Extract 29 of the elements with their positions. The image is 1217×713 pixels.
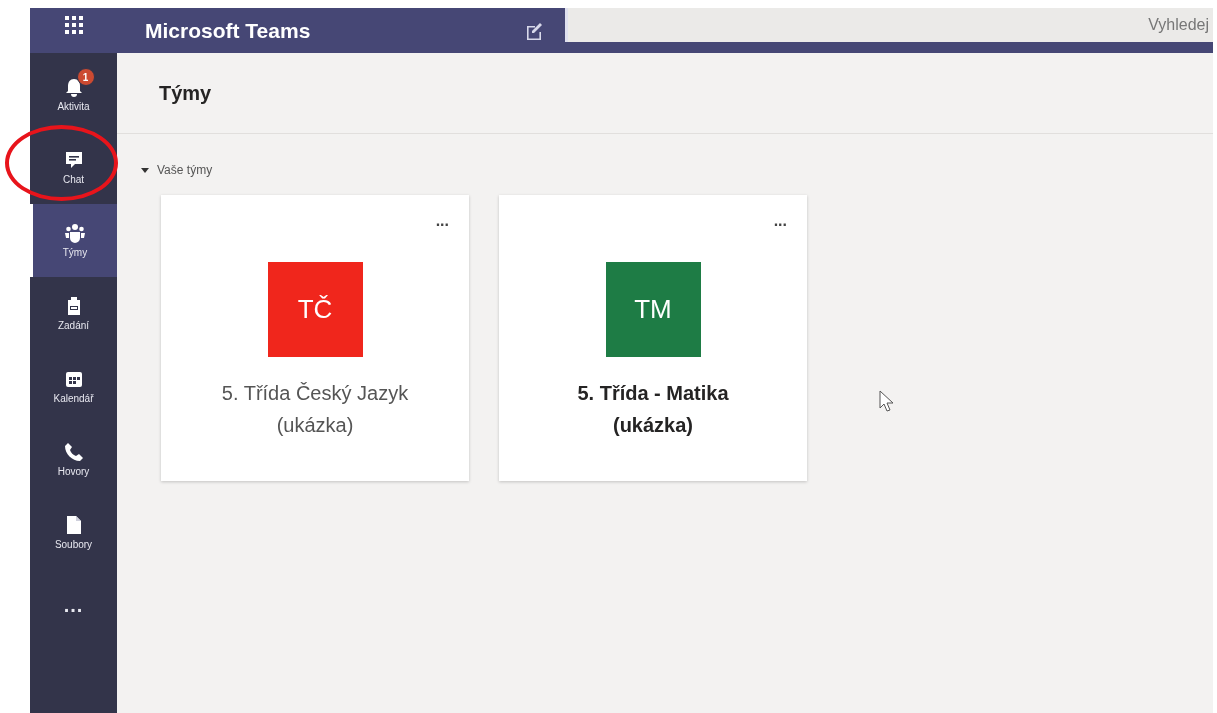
people-icon <box>65 223 85 243</box>
mouse-pointer-icon <box>879 390 893 412</box>
team-avatar: TM <box>605 262 701 357</box>
team-avatar: TČ <box>267 262 363 357</box>
search-field[interactable]: Vyhledej <box>565 8 1213 42</box>
team-name: 5. Třída Český Jazyk (ukázka) <box>220 381 410 438</box>
more-options-button[interactable]: ... <box>773 213 787 229</box>
notification-badge: 1 <box>76 68 95 86</box>
nav-item[interactable]: 1 Aktivita <box>30 58 117 131</box>
chat-icon <box>63 150 84 170</box>
team-name: 5. Třída - Matika (ukázka) <box>576 381 730 438</box>
caret-icon <box>141 166 149 174</box>
app-title: Microsoft Teams <box>145 18 312 43</box>
nav-item[interactable]: Týmy <box>30 204 117 277</box>
team-card[interactable]: ... TM 5. Třída - Matika (ukázka) <box>499 195 807 481</box>
team-card[interactable]: ... TČ 5. Třída Český Jazyk (ukázka) <box>161 195 469 481</box>
more-options-button[interactable]: ... <box>435 213 449 229</box>
nav-item[interactable]: Hovory <box>30 423 117 496</box>
nav-item[interactable]: Kalendář <box>30 350 117 423</box>
nav-item[interactable]: Zadání <box>30 277 117 350</box>
more-button[interactable]: ... <box>30 569 117 642</box>
compose-icon[interactable] <box>525 21 543 40</box>
nav-item[interactable]: Soubory <box>30 496 117 569</box>
phone-icon <box>63 442 84 462</box>
calendar-icon <box>63 369 84 389</box>
section-toggle[interactable]: Vaše týmy <box>141 163 1213 177</box>
page-title: Týmy <box>159 81 212 105</box>
nav-item[interactable]: Chat <box>30 131 117 204</box>
app-launcher-icon[interactable] <box>64 16 83 34</box>
